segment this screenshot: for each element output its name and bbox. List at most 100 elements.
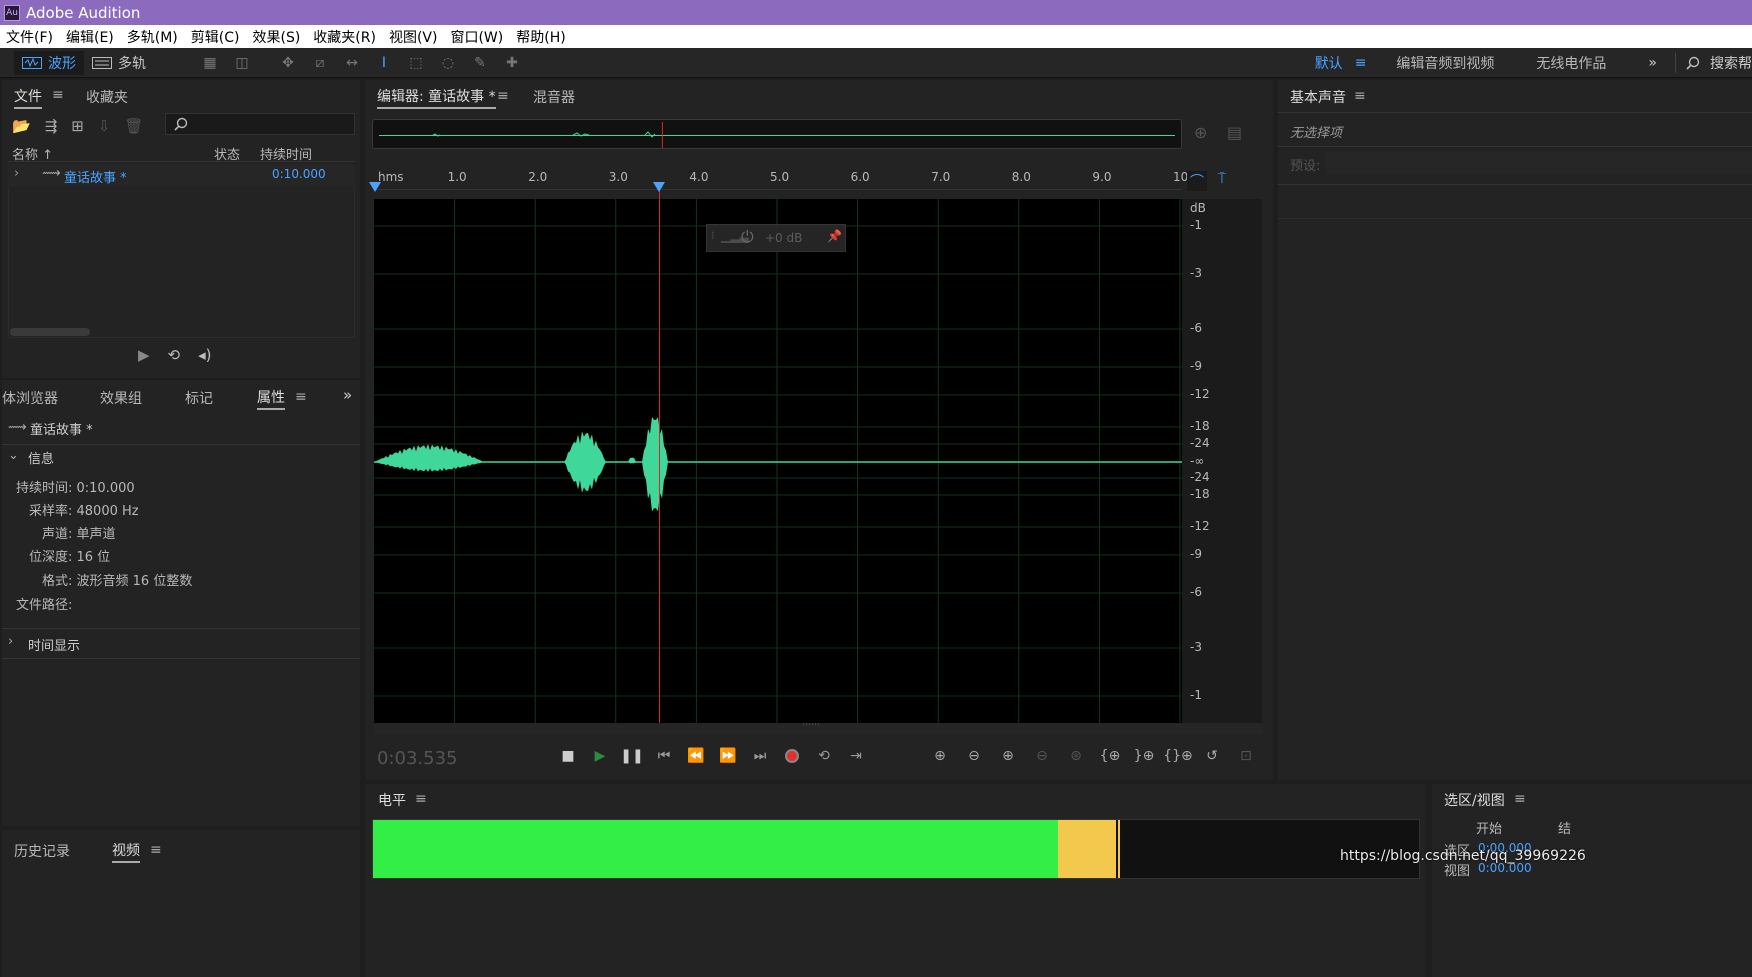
lasso-tool-icon[interactable]: ◌ [437,52,459,74]
tab-mixer[interactable]: 混音器 [533,87,575,107]
zoom-in-time-icon[interactable]: ⊕ [993,743,1023,769]
tab-history[interactable]: 历史记录 [14,841,70,861]
more-workspaces-icon[interactable]: » [1648,55,1657,71]
workspace-radio-production[interactable]: 无线电作品 [1536,53,1606,73]
workspace-default[interactable]: 默认 [1315,53,1343,73]
brush-tool-icon[interactable]: ✎ [469,52,491,74]
menu-view[interactable]: 视图(V) [389,27,438,47]
import-file-icon[interactable]: ⇶ [45,117,58,135]
previous-button[interactable]: ⏮ [651,743,677,769]
pause-button[interactable]: ❚❚ [619,743,645,769]
levels-title[interactable]: 电平 [378,790,406,810]
files-panel-menu-icon[interactable]: ≡ [52,87,64,103]
files-search-input[interactable] [165,113,355,135]
video-menu-icon[interactable]: ≡ [150,842,162,858]
playhead-handle[interactable] [652,182,665,192]
spectral-frequency-icon[interactable]: ▦ [199,52,221,74]
menu-help[interactable]: 帮助(H) [516,27,565,47]
tab-markers[interactable]: 标记 [185,388,213,408]
waveform-display[interactable]: ⁞ ▁▂▃ ⏻ +0 dB 📌 [374,199,1182,723]
overview-navigator[interactable] [372,119,1182,149]
auto-play-icon[interactable]: ◂) [198,346,211,364]
skip-selection-button[interactable]: ⇥ [843,743,869,769]
essential-sound-menu-icon[interactable]: ≡ [1354,88,1366,104]
menu-file[interactable]: 文件(F) [6,27,53,47]
spectral-pitch-icon[interactable]: ◫ [231,52,253,74]
expand-chevron-icon[interactable]: › [14,166,19,181]
selection-view-title[interactable]: 选区/视图 [1444,790,1505,810]
search-help-field[interactable]: 搜索帮 [1682,53,1752,73]
zoom-out-point-icon[interactable]: {}⊕ [1163,743,1193,769]
spot-healing-icon[interactable]: ✚ [501,52,523,74]
insert-into-multitrack-icon[interactable]: ⇩ [98,117,111,135]
fast-forward-button[interactable]: ⏩ [715,743,741,769]
zoom-to-selection-icon[interactable]: {⊕ [1095,743,1125,769]
zoom-in-amplitude-icon[interactable]: ⊕ [925,743,955,769]
heads-up-display[interactable]: ⁞ ▁▂▃ ⏻ +0 dB 📌 [706,224,846,252]
stop-button[interactable]: ■ [555,743,581,769]
selection-view-menu-icon[interactable]: ≡ [1514,791,1526,807]
column-duration[interactable]: 持续时间 [260,144,312,163]
move-tool-icon[interactable]: ✥ [277,52,299,74]
waveform-view-button[interactable]: 波形 [14,50,84,75]
time-display-section[interactable]: 时间显示 [28,635,80,654]
hud-grip-icon[interactable]: ⁞ [711,229,715,242]
headphones-icon[interactable]: ⌒ [1187,171,1207,191]
play-button[interactable]: ▶ [587,743,613,769]
menu-window[interactable]: 窗口(W) [450,27,503,47]
workspace-edit-audio-to-video[interactable]: 编辑音频到视频 [1396,53,1494,73]
menu-favorites[interactable]: 收藏夹(R) [313,27,376,47]
tab-media-browser[interactable]: 体浏览器 [2,388,58,408]
info-section-header[interactable]: 信息 [28,448,54,467]
preset-select[interactable] [1326,152,1752,174]
zoom-reset-icon[interactable]: ↺ [1197,743,1227,769]
rewind-button[interactable]: ⏪ [683,743,709,769]
loop-button[interactable]: ⟲ [811,743,837,769]
overview-options-icon[interactable]: ▤ [1227,123,1242,142]
zoom-extra-icon[interactable]: ⊡ [1231,743,1261,769]
tab-effects-rack[interactable]: 效果组 [100,388,142,408]
menu-edit[interactable]: 编辑(E) [66,27,114,47]
horizontal-zoom-scrollbar[interactable]: ⋯⋯ [374,720,1262,734]
time-selection-tool-icon[interactable]: I [373,52,395,74]
scroll-grip-icon[interactable]: ⋯⋯ [802,720,820,730]
properties-menu-icon[interactable]: ≡ [295,389,307,405]
next-button[interactable]: ⏭ [747,743,773,769]
collapse-chevron-icon[interactable]: ⌄ [8,448,19,463]
marquee-tool-icon[interactable]: ⬚ [405,52,427,74]
expand-chevron-icon[interactable]: › [8,634,13,649]
column-name[interactable]: 名称 ↑ [12,144,53,163]
tab-video[interactable]: 视频 [112,840,140,863]
playhead[interactable] [658,183,660,723]
multitrack-view-button[interactable]: 多轨 [84,51,154,75]
volume-knob-icon[interactable]: ⏻ [741,227,754,247]
tab-properties[interactable]: 属性 [257,387,285,410]
menu-multitrack[interactable]: 多轨(M) [127,27,178,47]
more-panels-icon[interactable]: » [343,386,352,404]
current-time-display[interactable]: 0:03.535 [377,748,458,769]
loop-preview-icon[interactable]: ⟲ [168,346,181,364]
zoom-selection-icon[interactable]: ⊕ [1194,123,1207,142]
essential-sound-title[interactable]: 基本声音 [1290,87,1346,107]
zoom-in-point-icon[interactable]: }⊕ [1129,743,1159,769]
tab-editor[interactable]: 编辑器: 童话故事 * [377,86,496,109]
start-marker-handle[interactable] [369,182,381,192]
menu-effects[interactable]: 效果(S) [252,27,300,47]
menu-clip[interactable]: 剪辑(C) [191,27,240,47]
pin-icon[interactable]: 📌 [827,229,842,243]
zoom-out-amplitude-icon[interactable]: ⊖ [959,743,989,769]
levels-menu-icon[interactable]: ≡ [415,791,427,807]
zoom-out-full-icon[interactable]: ⊛ [1061,743,1091,769]
preview-play-icon[interactable]: ▶ [138,346,150,364]
time-ruler[interactable]: hms 1.0 2.0 3.0 4.0 5.0 6.0 7.0 8.0 9.0 10 [374,170,1188,190]
tab-favorites[interactable]: 收藏夹 [86,87,128,107]
horizontal-scrollbar[interactable] [10,328,90,336]
delete-file-icon[interactable]: 🗑 [124,117,143,135]
table-row[interactable]: › ⟿ 童话故事 * 0:10.000 [8,164,355,186]
zoom-out-time-icon[interactable]: ⊖ [1027,743,1057,769]
open-file-icon[interactable]: 📂 [12,117,31,135]
column-status[interactable]: 状态 [214,144,240,163]
editor-menu-icon[interactable]: ≡ [497,88,509,104]
record-button[interactable] [779,743,805,769]
tab-files[interactable]: 文件 [14,86,42,109]
